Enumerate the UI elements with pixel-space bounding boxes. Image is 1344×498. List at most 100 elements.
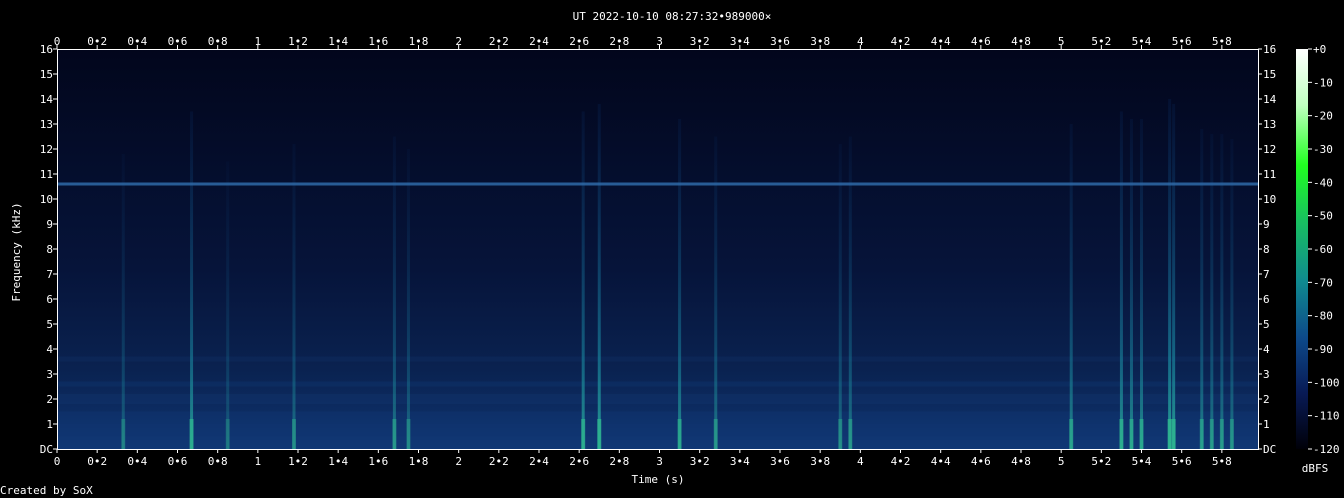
- y-tick-label: 7: [1263, 268, 1270, 281]
- x-tick-label: 1•4: [328, 35, 348, 48]
- x-tick-label: 2•6: [569, 455, 589, 468]
- x-tick-label: 3•2: [690, 455, 710, 468]
- colorbar-tick-label: -110: [1313, 410, 1340, 423]
- y-tick-label: 3: [1263, 368, 1270, 381]
- x-tick-label: 2•8: [609, 35, 629, 48]
- noise-band: [57, 356, 1258, 362]
- x-tick-label: 0: [54, 35, 61, 48]
- y-tick-label: DC: [40, 443, 53, 456]
- colorbar-tick-label: -120: [1313, 443, 1340, 456]
- x-tick-label: 5•8: [1212, 35, 1232, 48]
- impulse-mark: [1210, 134, 1214, 449]
- x-tick-label: 4•6: [971, 35, 991, 48]
- y-tick-label: 16: [40, 43, 53, 56]
- y-tick-label: 8: [1263, 243, 1270, 256]
- x-tick-label: 0: [54, 455, 61, 468]
- x-tick-label: 0•2: [87, 35, 107, 48]
- x-tick-label: 5: [1058, 455, 1065, 468]
- y-tick-label: 7: [46, 268, 53, 281]
- y-tick-label: 10: [40, 193, 53, 206]
- impulse-mark: [1119, 111, 1123, 449]
- y-tick-label: 13: [1263, 118, 1276, 131]
- y-tick-label: 13: [40, 118, 53, 131]
- y-tick-label: 6: [1263, 293, 1270, 306]
- x-tick-label: 2•4: [529, 455, 549, 468]
- x-tick-label: 4•2: [891, 35, 911, 48]
- x-tick-label: 1•2: [288, 455, 308, 468]
- colorbar-unit: dBFS: [1302, 462, 1329, 475]
- y-tick-label: 5: [46, 318, 53, 331]
- colorbar-tick-label: -40: [1313, 176, 1333, 189]
- x-tick-label: 1•8: [409, 35, 429, 48]
- x-axis-bottom: 0 0•2 0•4 0•6 0•8 1 1•2 1•4 1•6 1•8 2 2•2 2•4 2•6 2•8 3…: [54, 449, 1232, 468]
- impulse-mark: [1168, 99, 1172, 449]
- impulse-low-band: [1209, 419, 1214, 449]
- impulse-low-band: [406, 419, 411, 449]
- impulse-mark: [292, 144, 296, 449]
- x-tick-label: 5•6: [1172, 455, 1192, 468]
- x-tick-label: 1•8: [409, 455, 429, 468]
- x-tick-label: 3•6: [770, 35, 790, 48]
- impulse-low-band: [1171, 419, 1176, 449]
- x-tick-label: 2•2: [489, 35, 509, 48]
- y-tick-label: 9: [1263, 218, 1270, 231]
- tone-line-10_6khz: [57, 182, 1258, 186]
- impulse-mark: [581, 111, 585, 449]
- x-tick-label: 4•8: [1011, 35, 1031, 48]
- x-tick-label: 4•2: [891, 455, 911, 468]
- colorbar-tick-label: -100: [1313, 376, 1340, 389]
- x-tick-label: 3•8: [810, 455, 830, 468]
- x-tick-label: 1: [255, 455, 262, 468]
- x-tick-label: 1: [255, 35, 262, 48]
- impulse-mark: [121, 154, 125, 449]
- y-tick-label: 6: [46, 293, 53, 306]
- impulse-low-band: [1119, 419, 1124, 449]
- x-tick-label: 4: [857, 35, 864, 48]
- colorbar-tick-label: -80: [1313, 310, 1333, 323]
- y-tick-label: 5: [1263, 318, 1270, 331]
- x-tick-label: 2: [455, 455, 462, 468]
- colorbar-tick-label: -20: [1313, 110, 1333, 123]
- x-tick-label: 2•4: [529, 35, 549, 48]
- impulse-mark: [1069, 124, 1073, 449]
- x-tick-label: 3: [656, 35, 663, 48]
- y-tick-label: 14: [1263, 93, 1277, 106]
- y-tick-label: 4: [46, 343, 53, 356]
- x-tick-label: 0•8: [208, 455, 228, 468]
- impulse-mark: [1172, 104, 1176, 449]
- y-tick-label: 11: [1263, 168, 1276, 181]
- impulse-low-band: [597, 419, 602, 449]
- impulse-low-band: [189, 419, 194, 449]
- y-tick-label: DC: [1263, 443, 1276, 456]
- impulse-low-band: [713, 419, 718, 449]
- noise-band: [57, 424, 1258, 437]
- impulse-low-band: [225, 419, 230, 449]
- x-tick-label: 3•6: [770, 455, 790, 468]
- colorbar-tick-label: +0: [1313, 43, 1326, 56]
- y-tick-label: 12: [40, 143, 53, 156]
- impulse-mark: [597, 104, 601, 449]
- impulse-low-band: [677, 419, 682, 449]
- colorbar-ticks: +0 -10 -20 -30 -40 -50 -60 -70 -80 -90 -100 -110 -12…: [1308, 43, 1340, 456]
- x-tick-label: 4•4: [931, 35, 951, 48]
- y-tick-label: 16: [1263, 43, 1276, 56]
- x-tick-label: 0•8: [208, 35, 228, 48]
- y-tick-label: 10: [1263, 193, 1276, 206]
- y-tick-label: 11: [40, 168, 53, 181]
- y-tick-label: 9: [46, 218, 53, 231]
- x-tick-label: 4•8: [1011, 455, 1031, 468]
- impulse-low-band: [838, 419, 843, 449]
- y-axis-label: Frequency (kHz): [10, 202, 23, 301]
- impulse-low-band: [848, 419, 853, 449]
- y-tick-label: 3: [46, 368, 53, 381]
- x-tick-label: 3•4: [730, 455, 750, 468]
- x-tick-label: 5: [1058, 35, 1065, 48]
- x-tick-label: 0•2: [87, 455, 107, 468]
- colorbar: +0 -10 -20 -30 -40 -50 -60 -70 -80 -90 -100 -110 -12…: [1296, 43, 1340, 475]
- colorbar-tick-label: -60: [1313, 243, 1333, 256]
- colorbar-tick-label: -10: [1313, 76, 1333, 89]
- x-tick-label: 5•2: [1091, 35, 1111, 48]
- y-axis-left: DC12345678910111213141516: [40, 43, 57, 456]
- x-axis-top: 0 0•2 0•4 0•6 0•8 1 1•2 1•4 1•6 1•8 2 2•2 2•4 2•6 2•8 3…: [54, 35, 1232, 49]
- impulse-low-band: [1167, 419, 1172, 449]
